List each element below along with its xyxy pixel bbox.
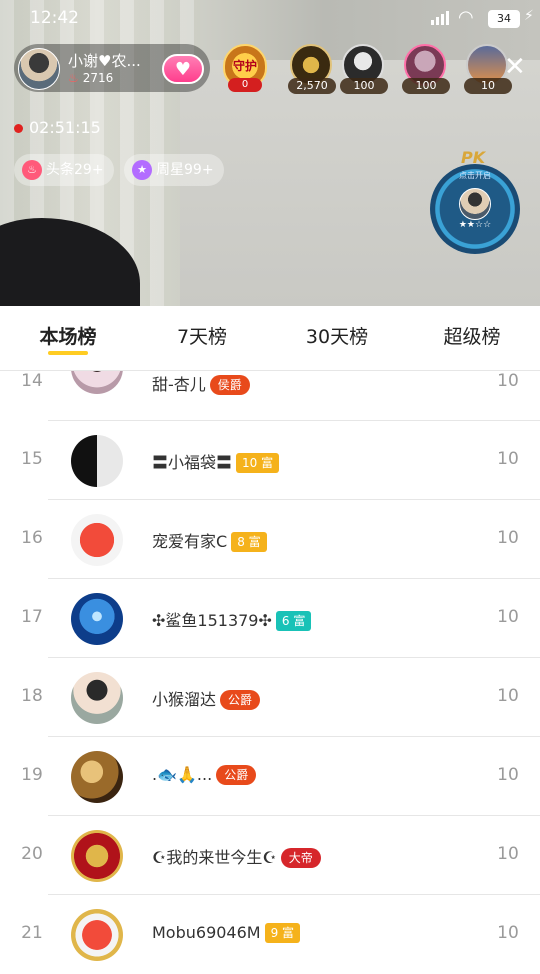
- host-fans: ♨ 2716: [68, 71, 114, 85]
- wealth-badge: 10 富: [236, 453, 280, 473]
- list-item[interactable]: 21 Mobu69046M 9 富 10: [0, 895, 540, 974]
- user-name[interactable]: 〓小福袋〓 10 富: [152, 449, 280, 473]
- pk-stars: ★★☆☆: [458, 220, 492, 230]
- flame-icon: ♨: [68, 71, 79, 85]
- tab-7-days[interactable]: 7天榜: [147, 322, 257, 349]
- wealth-badge: 8 富: [231, 532, 267, 552]
- live-video[interactable]: 12:42 ◠ 34 ⚡ 小谢♥农... ♨ 2716 ♥ 守护 0 2,570 …: [0, 0, 540, 306]
- battery-icon: 34: [488, 10, 520, 28]
- tab-this-session[interactable]: 本场榜: [13, 322, 123, 349]
- recording-dot-icon: [14, 124, 23, 133]
- user-name[interactable]: Mobu69046M 9 富: [152, 923, 301, 943]
- score: 10: [497, 371, 519, 391]
- list-item[interactable]: 17 ✣鲨鱼151379✣ 6 富 10: [0, 579, 540, 658]
- user-name[interactable]: ☪我的来世今生☪ 大帝: [152, 844, 321, 868]
- active-tab-indicator: [48, 351, 88, 355]
- user-name[interactable]: 宠爱有家C 8 富: [152, 528, 267, 552]
- rank-number: 18: [21, 686, 43, 706]
- list-item[interactable]: 15 〓小福袋〓 10 富 10: [0, 421, 540, 500]
- charging-icon: ⚡: [524, 8, 534, 24]
- score: 10: [497, 607, 519, 627]
- host-avatar[interactable]: [18, 48, 60, 90]
- rank-badge: 公爵: [220, 690, 261, 710]
- score: 10: [497, 844, 519, 864]
- user-name[interactable]: ✣鲨鱼151379✣ 6 富: [152, 607, 312, 631]
- status-bar: 12:42 ◠ 34 ⚡: [0, 0, 540, 36]
- score: 10: [497, 449, 519, 469]
- guard-count: 0: [228, 78, 262, 92]
- score: 10: [497, 528, 519, 548]
- score: 10: [497, 923, 519, 943]
- viewer-avatar[interactable]: 2,570: [288, 44, 336, 94]
- pk-button[interactable]: PK 点击开启 ★★☆☆: [428, 148, 522, 258]
- weekly-star-tag[interactable]: ★ 周星99+: [124, 154, 224, 186]
- ranking-tabs: 本场榜 7天榜 30天榜 超级榜: [0, 306, 540, 371]
- rank-number: 21: [21, 923, 43, 943]
- avatar[interactable]: [71, 751, 123, 803]
- wifi-icon: ◠: [458, 7, 474, 28]
- viewer-avatar[interactable]: 100: [402, 44, 450, 94]
- avatar[interactable]: [71, 514, 123, 566]
- rank-number: 15: [21, 449, 43, 469]
- signal-icon: [431, 11, 449, 25]
- tab-super[interactable]: 超级榜: [417, 322, 527, 349]
- guard-badge[interactable]: 守护 0: [220, 44, 270, 92]
- wealth-badge: 6 富: [275, 611, 312, 631]
- avatar[interactable]: [71, 909, 123, 961]
- status-time: 12:42: [30, 8, 79, 28]
- viewer-count: 100: [340, 78, 388, 94]
- list-item[interactable]: 20 ☪我的来世今生☪ 大帝 10: [0, 816, 540, 895]
- live-timer: 02:51:15: [14, 118, 101, 137]
- avatar[interactable]: [71, 672, 123, 724]
- rank-number: 16: [21, 528, 43, 548]
- list-item[interactable]: 18 小猴溜达 公爵 10: [0, 658, 540, 737]
- user-name[interactable]: 小猴溜达 公爵: [152, 686, 261, 710]
- rank-number: 14: [21, 371, 43, 391]
- rank-badge: 侯爵: [209, 375, 250, 395]
- avatar[interactable]: [71, 435, 123, 487]
- score: 10: [497, 765, 519, 785]
- tab-30-days[interactable]: 30天榜: [282, 322, 392, 349]
- wealth-badge: 9 富: [264, 923, 301, 943]
- viewer-count: 100: [402, 78, 450, 94]
- rank-badge: 公爵: [216, 765, 257, 785]
- pk-hint: 点击开启: [459, 171, 491, 180]
- list-item[interactable]: 16 宠爱有家C 8 富 10: [0, 500, 540, 579]
- user-name[interactable]: 甜-杏儿 侯爵: [152, 371, 250, 395]
- score: 10: [497, 686, 519, 706]
- rank-badge: 大帝: [280, 848, 321, 868]
- user-name[interactable]: .🐟🙏... 公爵: [152, 765, 257, 785]
- viewer-count: 2,570: [288, 78, 336, 94]
- follow-button[interactable]: ♥: [162, 54, 204, 84]
- rank-number: 20: [21, 844, 43, 864]
- avatar[interactable]: [71, 830, 123, 882]
- list-item[interactable]: 19 .🐟🙏... 公爵 10: [0, 737, 540, 816]
- star-icon: ★: [132, 160, 152, 180]
- rank-number: 19: [21, 765, 43, 785]
- viewer-avatar[interactable]: 100: [340, 44, 388, 94]
- heart-icon: ♥: [174, 59, 192, 80]
- headline-tag[interactable]: ♨ 头条29+: [14, 154, 114, 186]
- flame-icon: ♨: [22, 160, 42, 180]
- close-icon[interactable]: ✕: [504, 52, 526, 82]
- pk-avatar: [459, 188, 491, 220]
- avatar[interactable]: [71, 593, 123, 645]
- rank-number: 17: [21, 607, 43, 627]
- host-name: 小谢♥农...: [68, 52, 141, 70]
